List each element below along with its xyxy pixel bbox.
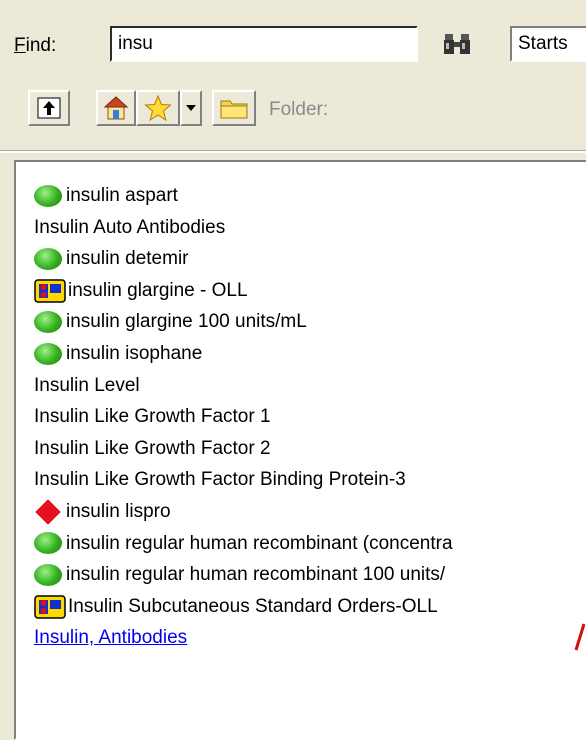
- result-item[interactable]: Insulin Like Growth Factor Binding Prote…: [34, 464, 453, 496]
- result-label: Insulin Like Growth Factor 1: [34, 406, 271, 428]
- toolbar-divider: [0, 150, 586, 153]
- folder-icon: [220, 100, 248, 119]
- folder-label: Folder:: [269, 99, 329, 120]
- result-label: insulin glargine - OLL: [68, 279, 248, 301]
- result-item[interactable]: insulin glargine - OLL: [34, 275, 453, 307]
- result-link[interactable]: Insulin, Antibodies: [34, 622, 187, 654]
- result-item[interactable]: Insulin Like Growth Factor 2: [34, 433, 453, 465]
- result-item[interactable]: Insulin, Antibodies: [34, 622, 453, 654]
- result-label: insulin lispro: [66, 500, 171, 522]
- result-label: Insulin Auto Antibodies: [34, 216, 226, 238]
- result-label: insulin glargine 100 units/mL: [66, 311, 307, 333]
- result-item[interactable]: insulin glargine 100 units/mL: [34, 306, 453, 338]
- result-item[interactable]: Insulin Level: [34, 370, 453, 402]
- result-label: Insulin Subcutaneous Standard Orders-OLL: [68, 595, 438, 617]
- result-item[interactable]: insulin regular human recombinant 100 un…: [34, 559, 453, 591]
- find-label-accesskey: F: [14, 35, 26, 56]
- result-label: Insulin Like Growth Factor Binding Prote…: [34, 469, 406, 491]
- folder-button[interactable]: [212, 90, 256, 126]
- result-label: insulin aspart: [66, 185, 178, 206]
- find-input[interactable]: [110, 26, 418, 62]
- result-item[interactable]: insulin lispro: [34, 496, 453, 528]
- green-circle-icon: [34, 563, 62, 586]
- green-circle-icon: [34, 247, 62, 270]
- home-button[interactable]: [96, 90, 136, 126]
- green-circle-icon: [34, 311, 62, 334]
- red-mark: [574, 623, 586, 651]
- results-list: insulin aspart Insulin Auto Antibodies ins…: [34, 180, 453, 654]
- find-label-rest: ind:: [25, 35, 57, 56]
- star-icon: [144, 94, 172, 122]
- result-label: insulin isophane: [66, 342, 203, 364]
- red-diamond-icon: [35, 498, 61, 525]
- green-circle-icon: [34, 184, 62, 207]
- up-folder-button[interactable]: [28, 90, 70, 126]
- order-set-icon: [34, 278, 66, 303]
- result-item[interactable]: Insulin Subcutaneous Standard Orders-OLL: [34, 591, 453, 623]
- result-item[interactable]: insulin regular human recombinant (conce…: [34, 528, 453, 560]
- binoculars-icon[interactable]: [442, 30, 472, 58]
- favorites-button[interactable]: [136, 90, 180, 126]
- result-item[interactable]: insulin detemir: [34, 243, 453, 275]
- result-label: insulin detemir: [66, 248, 189, 270]
- home-icon: [103, 96, 129, 120]
- order-set-icon: [34, 594, 66, 619]
- find-label: Find:: [14, 35, 56, 57]
- result-item[interactable]: insulin isophane: [34, 338, 453, 370]
- result-item[interactable]: insulin aspart: [34, 180, 453, 212]
- green-circle-icon: [34, 532, 62, 555]
- green-circle-icon: [34, 342, 62, 365]
- up-arrow-icon: [37, 97, 61, 119]
- search-mode-select[interactable]: Starts: [510, 26, 586, 62]
- result-item[interactable]: Insulin Like Growth Factor 1: [34, 401, 453, 433]
- result-label: insulin regular human recombinant (conce…: [66, 532, 453, 554]
- chevron-down-icon: [186, 105, 196, 111]
- result-label: insulin regular human recombinant 100 un…: [66, 564, 446, 586]
- result-label: Insulin Level: [34, 374, 140, 396]
- result-item[interactable]: Insulin Auto Antibodies: [34, 212, 453, 244]
- results-panel[interactable]: insulin aspart Insulin Auto Antibodies ins…: [14, 160, 586, 740]
- result-label: Insulin Like Growth Factor 2: [34, 437, 271, 459]
- favorites-dropdown-button[interactable]: [180, 90, 202, 126]
